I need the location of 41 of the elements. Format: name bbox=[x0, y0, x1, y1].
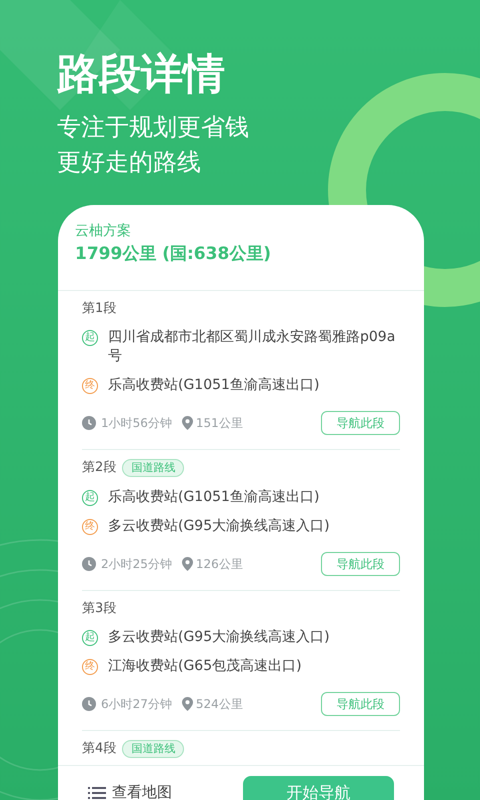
page-title: 路段详情 bbox=[57, 48, 226, 100]
end-marker: 终 bbox=[82, 518, 98, 534]
location-pin-icon bbox=[182, 697, 193, 711]
clock-icon bbox=[82, 556, 96, 570]
location-text: 多云收费站(G95大渝换线高速入口) bbox=[108, 516, 330, 536]
navigate-segment-button[interactable]: 导航此段 bbox=[321, 692, 400, 716]
subtitle-line: 专注于规划更省钱 bbox=[57, 112, 250, 143]
location-text: 四川省成都市北都区蜀川成永安路蜀雅路p09a号 bbox=[108, 328, 396, 366]
location-pin-icon bbox=[182, 416, 193, 430]
location-pin-icon bbox=[182, 556, 193, 570]
clock-icon bbox=[82, 697, 96, 711]
end-marker: 终 bbox=[82, 378, 98, 394]
duration-text: 1小时56分钟 bbox=[101, 415, 172, 432]
distance-text: 126公里 bbox=[196, 556, 243, 572]
end-marker: 终 bbox=[82, 659, 98, 675]
duration-text: 6小时27分钟 bbox=[101, 696, 172, 713]
start-marker: 起 bbox=[82, 330, 98, 346]
duration-text: 2小时25分钟 bbox=[101, 556, 172, 572]
plan-summary: 1799公里 (国:638公里) bbox=[75, 243, 272, 266]
segment-label: 第2段 bbox=[82, 459, 116, 477]
clock-icon bbox=[82, 416, 96, 430]
segment-label: 第4段 bbox=[82, 740, 116, 758]
start-marker: 起 bbox=[82, 490, 98, 506]
distance-text: 524公里 bbox=[196, 696, 243, 713]
list-icon bbox=[88, 786, 106, 798]
route-tag: 国道路线 bbox=[122, 740, 184, 758]
location-text: 江海收费站(G65包茂高速出口) bbox=[108, 657, 302, 676]
subtitle-line: 更好走的路线 bbox=[57, 147, 202, 178]
start-marker: 起 bbox=[82, 630, 98, 646]
location-text: 多云收费站(G95大渝换线高速入口) bbox=[108, 628, 330, 647]
view-map-link[interactable]: 查看地图 bbox=[112, 781, 172, 800]
distance-text: 151公里 bbox=[196, 415, 243, 432]
start-navigation-button[interactable]: 开始导航 bbox=[243, 776, 394, 800]
segment-label: 第1段 bbox=[82, 300, 116, 318]
route-tag: 国道路线 bbox=[122, 458, 184, 477]
plan-name: 云柚方案 bbox=[75, 222, 132, 241]
location-text: 乐高收费站(G1051鱼渝高速出口) bbox=[108, 376, 320, 395]
navigate-segment-button[interactable]: 导航此段 bbox=[321, 552, 400, 576]
segment-label: 第3段 bbox=[82, 600, 116, 618]
location-text: 乐高收费站(G1051鱼渝高速出口) bbox=[108, 488, 320, 506]
navigate-segment-button[interactable]: 导航此段 bbox=[321, 411, 400, 435]
